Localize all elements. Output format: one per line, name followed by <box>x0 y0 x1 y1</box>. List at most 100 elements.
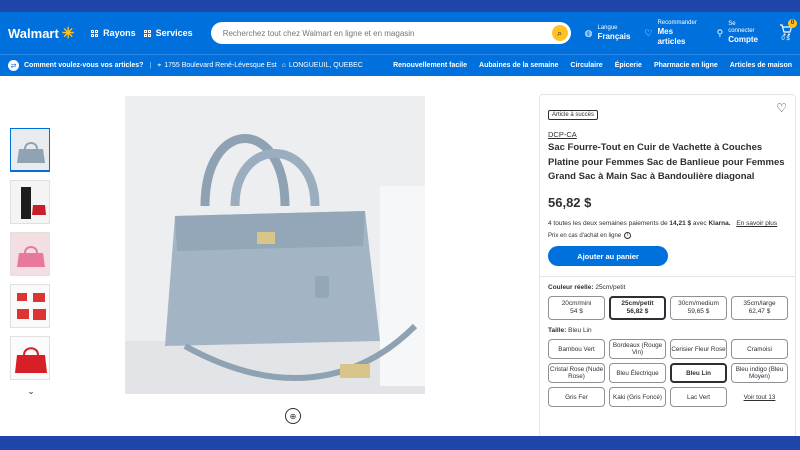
subnav-link-epicerie[interactable]: Épicerie <box>615 62 642 69</box>
fulfillment-question[interactable]: Comment voulez-vous vos articles? <box>24 62 143 69</box>
color-option[interactable]: Cerisier Fleur Rose <box>670 339 727 360</box>
subnav-link-maison[interactable]: Articles de maison <box>730 62 792 69</box>
cart-count-badge: 0 <box>788 19 797 28</box>
color-option[interactable]: Bleu indigo (Bleu Moyen) <box>731 363 788 384</box>
user-icon: ⚲ <box>716 27 724 38</box>
account-label: Compte <box>728 35 758 45</box>
language-selector[interactable]: ◍ Langue Français <box>585 25 631 42</box>
heart-icon: ♡ <box>644 27 653 38</box>
taille-value: Bleu Lin <box>568 327 592 335</box>
zoom-icon[interactable]: ⊕ <box>285 408 301 424</box>
info-icon[interactable]: i <box>624 232 632 240</box>
color-option[interactable]: Gris Fer <box>548 387 605 408</box>
thumbnail-list: ⌄ <box>10 128 52 397</box>
language-label: Langue <box>597 24 618 31</box>
color-option[interactable]: Bleu Électrique <box>609 363 666 384</box>
color-option[interactable]: Bambou Vert <box>548 339 605 360</box>
cart-total: 0 $ <box>781 36 790 42</box>
divider: | <box>149 62 152 69</box>
klarna-info: 4 toutes les deux semaines paiements de … <box>548 220 787 227</box>
size-name: 35cm/large <box>743 300 776 308</box>
subnav-link-renouvellement[interactable]: Renouvellement facile <box>393 62 467 69</box>
globe-icon: ◍ <box>584 27 593 38</box>
size-name: 25cm/petit <box>621 300 654 308</box>
site-header: Walmart ✳ Rayons Services ⌕ ◍ Langue Fra… <box>0 12 800 54</box>
color-label: Couleur réelle: <box>548 284 594 292</box>
account-button[interactable]: ⚲ Se connecter Compte <box>717 21 763 45</box>
services-label: Services <box>155 28 193 38</box>
thumbnail-model[interactable] <box>10 180 50 224</box>
divider <box>540 276 795 278</box>
taille-option-label: Taille: Bleu Lin <box>548 327 787 334</box>
thumbnail-pink-bag[interactable] <box>10 232 50 276</box>
online-price-text: Prix en cas d'achat en ligne <box>548 232 622 239</box>
subnav-link-aubaines[interactable]: Aubaines de la semaine <box>479 62 558 69</box>
color-option-selected[interactable]: Bleu Lin <box>670 363 727 384</box>
decorative-frame-bottom <box>0 436 800 450</box>
bestseller-badge: Article à succès <box>548 110 599 120</box>
store-city[interactable]: LONGUEUIL, QUEBEC <box>289 62 363 69</box>
color-option[interactable]: Cristal Rose (Nude Rose) <box>548 363 605 384</box>
walmart-logo[interactable]: Walmart ✳ <box>8 26 83 41</box>
rayons-label: Rayons <box>103 28 136 38</box>
thumbnail-size-chart[interactable] <box>10 284 50 328</box>
klarna-text: 4 toutes les deux semaines paiements de <box>548 220 668 228</box>
subnav-links: Renouvellement facile Aubaines de la sem… <box>393 62 792 69</box>
search-input[interactable] <box>222 28 543 38</box>
see-all-colors-link[interactable]: Voir tout 13 <box>731 387 788 407</box>
favorite-heart-icon[interactable]: ♡ <box>776 101 787 115</box>
decorative-frame-top <box>0 0 800 12</box>
size-option-20cm[interactable]: 20cm/mini 54 $ <box>548 296 605 321</box>
product-title: Sac Fourre-Tout en Cuir de Vachette à Co… <box>548 142 785 183</box>
logo-text: Walmart <box>8 25 59 41</box>
rayons-button[interactable]: Rayons <box>91 28 136 38</box>
color-option[interactable]: Cramoisi <box>731 339 788 360</box>
thumbnail-blue-bag[interactable] <box>10 128 50 172</box>
sub-navigation: ⇄ Comment voulez-vous vos articles? | ⌖ … <box>0 54 800 76</box>
color-option[interactable]: Lac Vert <box>670 387 727 408</box>
klarna-logo: Klarna. <box>708 220 731 228</box>
product-info-panel: Article à succès ♡ DCP-CA Sac Fourre-Tou… <box>539 94 796 438</box>
add-to-cart-button[interactable]: Ajouter au panier <box>548 246 668 267</box>
language-value: Français <box>597 31 631 41</box>
chevron-down-icon[interactable]: ⌄ <box>10 386 52 397</box>
klarna-learn-more-link[interactable]: En savoir plus <box>736 220 777 227</box>
cart-button[interactable]: 0 0 $ <box>779 19 797 42</box>
store-address[interactable]: 1755 Boulevard René-Lévesque Est <box>164 62 276 69</box>
grid-icon <box>143 29 151 37</box>
size-price: 56,82 $ <box>626 308 649 316</box>
size-option-35cm[interactable]: 35cm/large 62,47 $ <box>731 296 788 321</box>
size-name: 20cm/mini <box>561 300 592 308</box>
brand-link[interactable]: DCP-CA <box>548 130 787 139</box>
size-option-25cm[interactable]: 25cm/petit 56,82 $ <box>609 296 666 321</box>
subnav-link-pharmacie[interactable]: Pharmacie en ligne <box>654 62 718 69</box>
reorder-button[interactable]: ♡ Recommander Mes articles <box>644 20 702 46</box>
fulfillment-icon: ⇄ <box>8 60 19 71</box>
search-icon[interactable]: ⌕ <box>551 25 568 41</box>
color-option[interactable]: Bordeaux (Rouge Vin) <box>609 339 666 360</box>
size-price: 59,65 $ <box>687 308 710 316</box>
color-option[interactable]: Kaki (Gris Foncé) <box>609 387 666 408</box>
services-button[interactable]: Services <box>143 28 193 38</box>
product-page: ⌄ ⊕ Article à succès ♡ DCP-CA Sac Fourre… <box>0 76 800 438</box>
online-price-note: Prix en cas d'achat en ligne i <box>548 232 787 240</box>
size-name: 30cm/medium <box>678 300 719 308</box>
subnav-link-circulaire[interactable]: Circulaire <box>570 62 602 69</box>
color-options: Bambou Vert Bordeaux (Rouge Vin) Cerisie… <box>548 339 788 408</box>
product-price: 56,82 $ <box>548 195 592 211</box>
thumbnail-red-bag[interactable] <box>10 336 50 380</box>
size-options: 20cm/mini 54 $ 25cm/petit 56,82 $ 30cm/m… <box>548 296 788 321</box>
search-bar: ⌕ <box>210 22 571 44</box>
klarna-with: avec <box>692 220 707 228</box>
location-pin-icon: ⌖ <box>157 61 162 69</box>
size-price: 62,47 $ <box>748 308 771 316</box>
reorder-label: Recommander <box>657 19 697 26</box>
spark-icon: ✳ <box>61 24 75 42</box>
main-product-image[interactable] <box>125 96 425 394</box>
size-price: 54 $ <box>570 308 583 316</box>
klarna-amount: 14,21 $ <box>669 220 692 228</box>
color-option-label: Couleur réelle: 25cm/petit <box>548 284 787 291</box>
store-icon: ⌂ <box>281 62 286 69</box>
signin-label: Se connecter <box>728 21 755 35</box>
size-option-30cm[interactable]: 30cm/medium 59,65 $ <box>670 296 727 321</box>
